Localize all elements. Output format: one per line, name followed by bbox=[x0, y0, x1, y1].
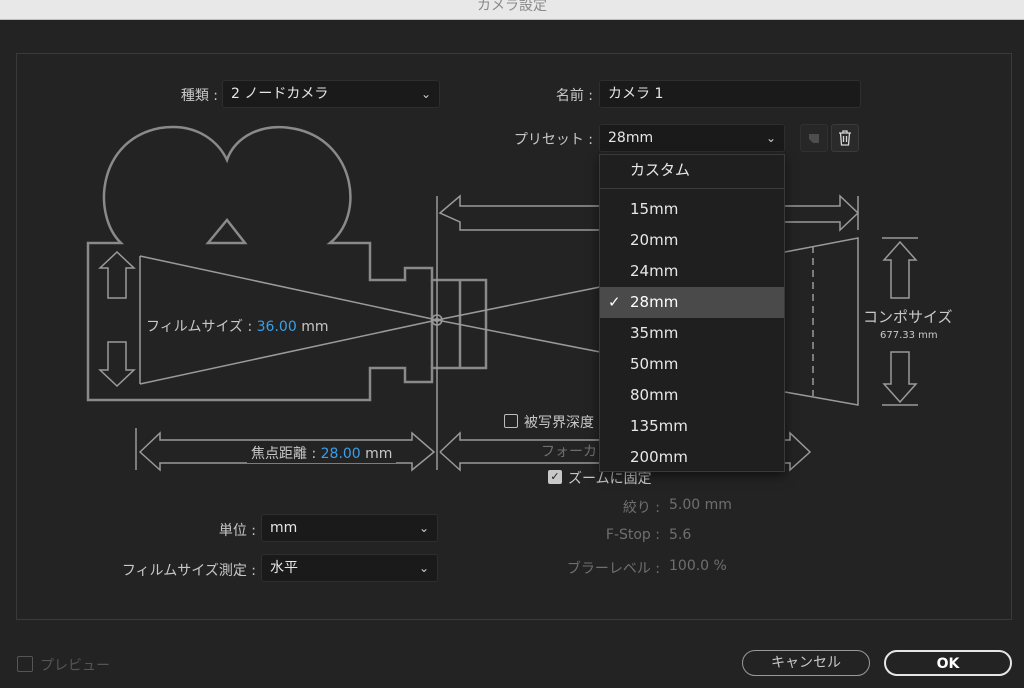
film-size-label: フィルムサイズ : bbox=[146, 319, 253, 335]
units-value: mm bbox=[270, 520, 298, 536]
preset-option[interactable]: 15mm bbox=[600, 194, 784, 225]
type-label: 種類 : bbox=[180, 88, 218, 104]
viewfinder-triangle bbox=[205, 218, 248, 245]
preset-value: 28mm bbox=[608, 130, 654, 146]
focal-length-row: 焦点距離 : 28.00 mm bbox=[247, 443, 397, 463]
film-measure-value: 水平 bbox=[270, 560, 298, 576]
checkmark-icon: ✓ bbox=[608, 293, 621, 311]
preset-option[interactable]: 135mm bbox=[600, 411, 784, 442]
delete-preset-button[interactable] bbox=[831, 124, 859, 152]
name-input[interactable]: カメラ 1 bbox=[599, 80, 861, 108]
chevron-down-icon: ⌄ bbox=[418, 561, 429, 575]
comp-arrow-up bbox=[882, 240, 918, 299]
aperture-value[interactable]: 5.00 mm bbox=[669, 497, 732, 513]
preview-checkbox[interactable] bbox=[17, 656, 33, 672]
film-arrow-up bbox=[98, 250, 136, 299]
comp-size-label: コンポサイズ bbox=[863, 308, 953, 326]
camera-body-outline bbox=[86, 125, 488, 402]
zoom-lock-checkbox[interactable]: ✓ bbox=[548, 470, 562, 484]
fstop-value[interactable]: 5.6 bbox=[669, 527, 691, 543]
film-measure-label: フィルムサイズ測定 : bbox=[121, 563, 256, 579]
comp-arrow-down bbox=[882, 351, 918, 404]
blur-level-label: ブラーレベル : bbox=[566, 561, 660, 577]
preset-option-label: 28mm bbox=[630, 293, 679, 311]
cancel-button[interactable]: キャンセル bbox=[742, 650, 870, 676]
type-value: 2 ノードカメラ bbox=[231, 86, 329, 102]
preset-dropdown[interactable]: 28mm ⌄ bbox=[599, 124, 785, 152]
save-preset-button[interactable] bbox=[800, 124, 828, 152]
comp-size-value: 677.33 mm bbox=[880, 330, 938, 341]
top-range-arrow bbox=[438, 194, 601, 231]
film-arrow-down bbox=[98, 341, 136, 388]
trash-icon bbox=[839, 130, 851, 146]
focal-length-value[interactable]: 28.00 bbox=[321, 446, 361, 462]
preset-option-custom[interactable]: カスタム bbox=[600, 155, 784, 186]
menu-divider bbox=[600, 188, 784, 189]
preset-option[interactable]: 200mm bbox=[600, 442, 784, 473]
name-label: 名前 : bbox=[555, 88, 593, 104]
preset-option[interactable]: 24mm bbox=[600, 256, 784, 287]
preset-option[interactable]: 80mm bbox=[600, 380, 784, 411]
preset-option[interactable]: 20mm bbox=[600, 225, 784, 256]
comp-plane bbox=[784, 237, 859, 406]
preset-menu: カスタム 15mm 20mm 24mm ✓ 28mm 35mm 50mm 80m… bbox=[599, 154, 785, 472]
units-dropdown[interactable]: mm ⌄ bbox=[261, 514, 438, 542]
chevron-down-icon: ⌄ bbox=[420, 87, 431, 101]
film-measure-dropdown[interactable]: 水平 ⌄ bbox=[261, 554, 438, 582]
ok-button[interactable]: OK bbox=[884, 650, 1012, 676]
blur-level-value[interactable]: 100.0 % bbox=[669, 558, 727, 574]
film-size-value[interactable]: 36.00 bbox=[257, 319, 297, 335]
type-dropdown[interactable]: 2 ノードカメラ ⌄ bbox=[222, 80, 440, 108]
aperture-label: 絞り : bbox=[622, 500, 660, 516]
chevron-down-icon: ⌄ bbox=[418, 521, 429, 535]
chevron-down-icon: ⌄ bbox=[765, 131, 776, 145]
film-size-row: フィルムサイズ : 36.00 mm bbox=[146, 316, 328, 336]
depth-of-field-label: 被写界深度 bbox=[524, 415, 594, 431]
preview-label: プレビュー bbox=[40, 658, 110, 674]
focus-distance-label: フォーカ bbox=[541, 444, 597, 460]
focal-length-unit: mm bbox=[365, 446, 393, 462]
save-preset-icon bbox=[809, 134, 819, 143]
preset-option[interactable]: 50mm bbox=[600, 349, 784, 380]
units-label: 単位 : bbox=[218, 523, 256, 539]
fstop-label: F-Stop : bbox=[605, 527, 660, 543]
focal-length-label: 焦点距離 : bbox=[251, 446, 317, 462]
preset-option-selected[interactable]: ✓ 28mm bbox=[600, 287, 784, 318]
depth-of-field-checkbox[interactable] bbox=[504, 414, 518, 428]
preset-option[interactable]: 35mm bbox=[600, 318, 784, 349]
camera-diagram bbox=[86, 125, 918, 472]
preset-label: プリセット : bbox=[513, 132, 593, 148]
film-size-unit: mm bbox=[301, 319, 329, 335]
